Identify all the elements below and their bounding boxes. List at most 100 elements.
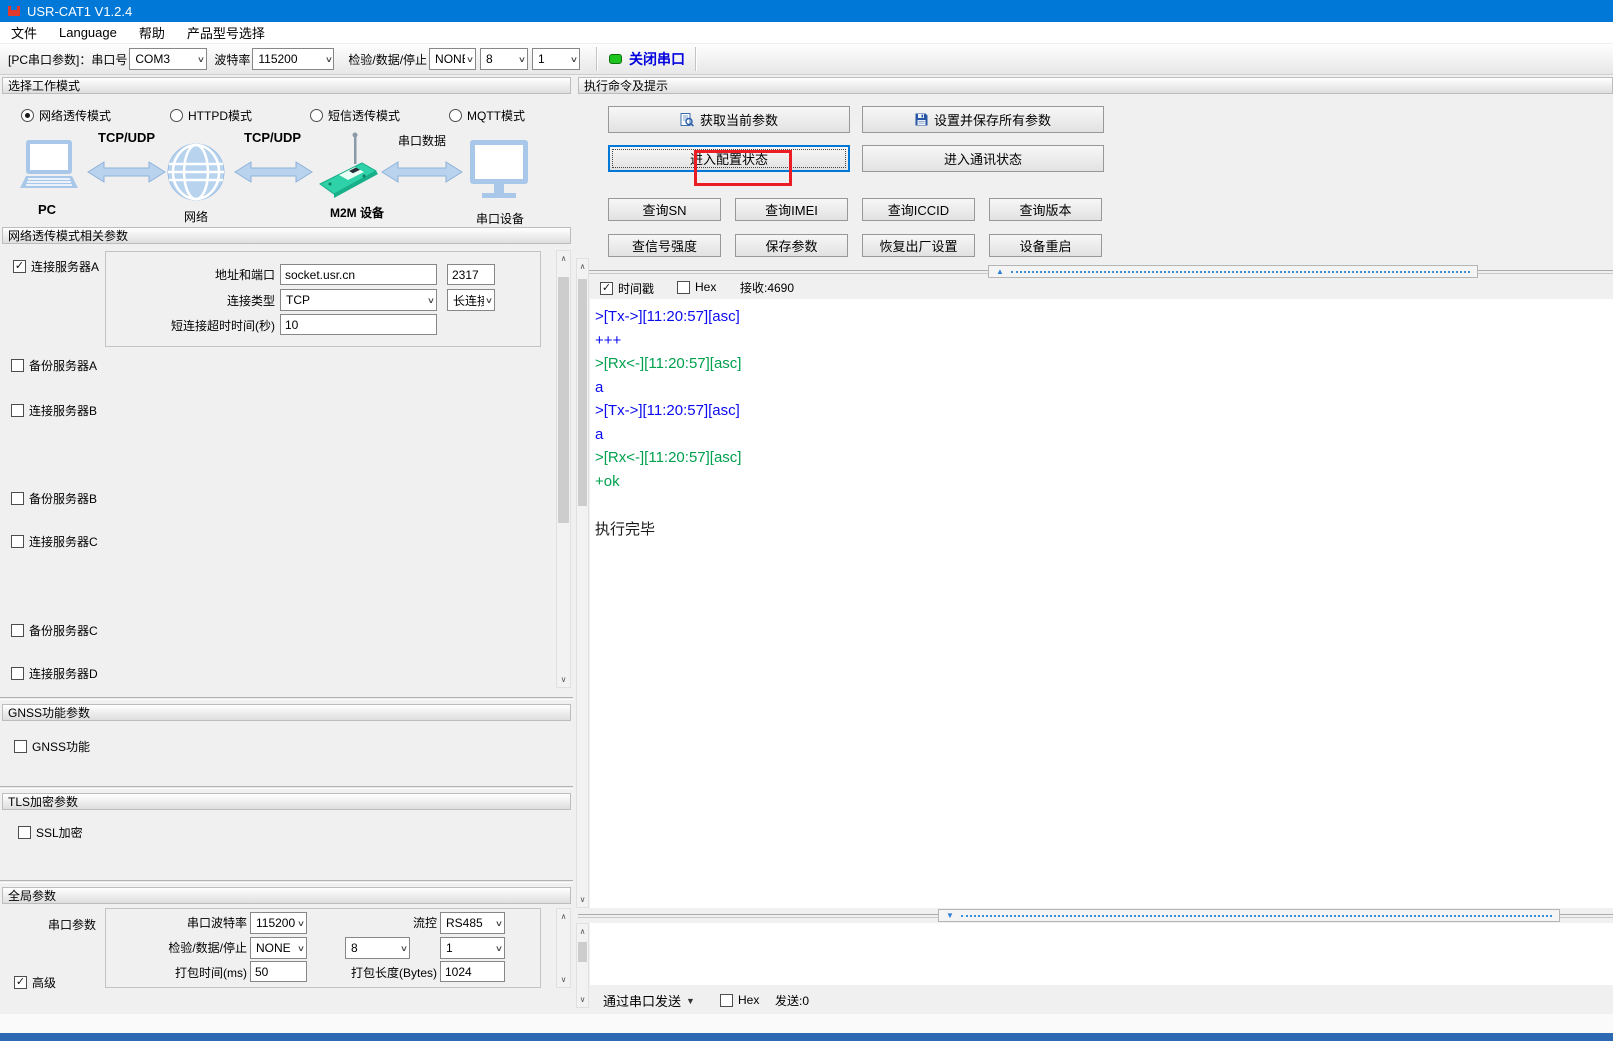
save-all-params-button[interactable]: 设置并保存所有参数	[862, 106, 1104, 133]
menu-language[interactable]: Language	[48, 22, 128, 43]
server-a-checkbox[interactable]	[13, 260, 26, 273]
scroll-up-icon[interactable]: ∧	[557, 909, 570, 924]
chevron-down-icon: ∨	[466, 55, 474, 64]
menu-help[interactable]: 帮助	[128, 22, 176, 43]
global-parity-select[interactable]: NONE∨	[250, 937, 307, 959]
scroll-up-icon[interactable]: ∧	[577, 924, 588, 939]
pack-time-input[interactable]: 50	[250, 961, 307, 982]
net-params-scrollbar[interactable]: ∧ ∨	[556, 250, 571, 688]
server-c-checkbox[interactable]	[11, 535, 24, 548]
server-b-checkbox[interactable]	[11, 404, 24, 417]
data-bits-select[interactable]: 8∨	[480, 48, 528, 70]
gnss-enable-checkbox[interactable]	[14, 740, 27, 753]
backup-server-c-row: 备份服务器C	[11, 622, 98, 639]
menu-file[interactable]: 文件	[0, 22, 48, 43]
ssl-row: SSL加密	[18, 824, 83, 841]
address-input[interactable]: socket.usr.cn	[280, 264, 437, 285]
collapse-up-icon[interactable]: ▲	[996, 268, 1004, 276]
enter-comm-button[interactable]: 进入通讯状态	[862, 145, 1104, 172]
serial-baud-select[interactable]: 115200∨	[250, 912, 307, 934]
log-line	[595, 493, 1613, 517]
radio-icon[interactable]	[449, 109, 462, 122]
global-parity-label: 检验/数据/停止	[150, 937, 247, 958]
radio-icon[interactable]	[310, 109, 323, 122]
log-splitter-handle[interactable]: ▲	[988, 265, 1478, 278]
scroll-up-icon[interactable]: ∧	[557, 251, 570, 266]
section-divider	[0, 697, 573, 700]
parity-select[interactable]: NONE∨	[429, 48, 476, 70]
get-params-button[interactable]: 获取当前参数	[608, 106, 850, 133]
scrollbar-thumb[interactable]	[578, 942, 587, 962]
port-input[interactable]: 2317	[447, 264, 495, 285]
factory-reset-button[interactable]: 恢复出厂设置	[862, 234, 975, 257]
query-signal-button[interactable]: 查信号强度	[608, 234, 721, 257]
send-scrollbar[interactable]: ∧ ∨	[576, 923, 589, 1008]
query-iccid-button[interactable]: 查询ICCID	[862, 198, 975, 221]
com-port-select[interactable]: COM3∨	[129, 48, 207, 70]
global-params-scrollbar[interactable]: ∧ ∨	[556, 908, 571, 988]
backup-server-a-checkbox[interactable]	[11, 359, 24, 372]
keepalive-select[interactable]: 长连接∨	[447, 289, 495, 311]
send-via-serial-dropdown[interactable]: 通过串口发送 ▼	[603, 991, 695, 1010]
server-d-checkbox[interactable]	[11, 667, 24, 680]
backup-server-b-row: 备份服务器B	[11, 490, 97, 507]
scrollbar-thumb[interactable]	[558, 277, 569, 523]
device-restart-button[interactable]: 设备重启	[989, 234, 1102, 257]
collapse-down-icon[interactable]: ▼	[946, 912, 954, 920]
mode-radio-mqtt[interactable]: MQTT模式	[449, 107, 525, 124]
query-version-button[interactable]: 查询版本	[989, 198, 1102, 221]
gnss-header: GNSS功能参数	[2, 704, 571, 721]
log-output[interactable]: >[Tx->][11:20:57][asc] +++ >[Rx<-][11:20…	[590, 299, 1613, 908]
log-line: >[Tx->][11:20:57][asc]	[595, 399, 1613, 423]
query-sn-button[interactable]: 查询SN	[608, 198, 721, 221]
baud-rate-select[interactable]: 115200∨	[252, 48, 334, 70]
log-scrollbar[interactable]: ∧ ∨	[576, 258, 589, 908]
close-port-button[interactable]: 关闭串口	[629, 49, 685, 69]
global-data-bits-select[interactable]: 8∨	[345, 937, 410, 959]
log-line: >[Rx<-][11:20:57][asc]	[595, 446, 1613, 470]
timestamp-checkbox[interactable]	[600, 282, 613, 295]
net-label: 网络	[184, 208, 208, 225]
scroll-up-icon[interactable]: ∧	[577, 259, 588, 274]
scrollbar-thumb[interactable]	[578, 279, 587, 506]
chevron-down-icon: ∨	[324, 55, 332, 64]
scroll-down-icon[interactable]: ∨	[577, 892, 588, 907]
radio-icon[interactable]	[170, 109, 183, 122]
conn-type-select[interactable]: TCP∨	[280, 289, 437, 311]
mode-radio-httpd[interactable]: HTTPD模式	[170, 107, 252, 124]
server-a-row: 连接服务器A	[13, 258, 99, 275]
server-b-row: 连接服务器B	[11, 402, 97, 419]
backup-server-c-checkbox[interactable]	[11, 624, 24, 637]
flow-control-select[interactable]: RS485∨	[440, 912, 505, 934]
pack-length-input[interactable]: 1024	[440, 961, 505, 982]
server-c-row: 连接服务器C	[11, 533, 98, 550]
stop-bits-select[interactable]: 1∨	[532, 48, 580, 70]
send-splitter-handle[interactable]: ▼	[938, 909, 1560, 922]
parity-label: 检验/数据/停止	[348, 51, 427, 68]
menubar: 文件 Language 帮助 产品型号选择	[0, 22, 1613, 44]
chevron-down-icon: ∨	[197, 55, 205, 64]
send-hex-checkbox[interactable]	[720, 994, 733, 1007]
send-input[interactable]	[590, 923, 1613, 985]
scroll-down-icon[interactable]: ∨	[577, 992, 588, 1007]
scroll-down-icon[interactable]: ∨	[557, 972, 570, 987]
advanced-checkbox[interactable]	[14, 976, 27, 989]
conn-type-label: 连接类型	[165, 290, 275, 310]
mode-radio-network[interactable]: 网络透传模式	[21, 107, 111, 124]
backup-server-b-checkbox[interactable]	[11, 492, 24, 505]
ssl-checkbox[interactable]	[18, 826, 31, 839]
global-stop-bits-select[interactable]: 1∨	[440, 937, 505, 959]
timeout-label: 短连接超时时间(秒)	[130, 315, 275, 335]
scroll-down-icon[interactable]: ∨	[557, 672, 570, 687]
mode-radio-sms[interactable]: 短信透传模式	[310, 107, 400, 124]
timeout-input[interactable]: 10	[280, 314, 437, 335]
pack-time-label: 打包时间(ms)	[160, 962, 247, 982]
log-hex-checkbox[interactable]	[677, 281, 690, 294]
enter-config-button[interactable]: 进入配置状态	[608, 145, 850, 172]
menu-product-model[interactable]: 产品型号选择	[176, 22, 276, 43]
server-d-row: 连接服务器D	[11, 665, 98, 682]
query-imei-button[interactable]: 查询IMEI	[735, 198, 848, 221]
save-params-button[interactable]: 保存参数	[735, 234, 848, 257]
radio-icon[interactable]	[21, 109, 34, 122]
serial-device-icon	[470, 140, 528, 198]
